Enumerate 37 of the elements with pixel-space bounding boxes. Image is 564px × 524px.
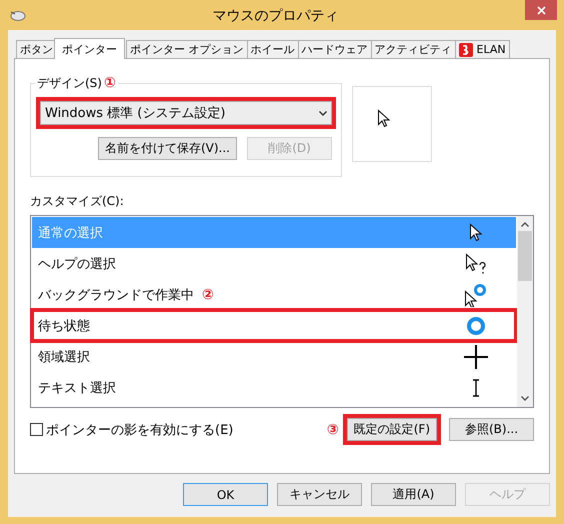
tab[interactable]: ELAN xyxy=(454,40,510,58)
text-beam-icon xyxy=(471,378,481,396)
customize-label: カスタマイズ(C): xyxy=(30,193,125,210)
dialog-button[interactable]: 適用(A) xyxy=(371,483,456,506)
scheme-button[interactable]: 名前を付けて保存(V)... xyxy=(98,137,237,160)
cursor-list-item[interactable]: ヘルプの選択 xyxy=(32,248,516,279)
close-button[interactable] xyxy=(525,0,557,20)
close-icon xyxy=(536,6,546,14)
step-marker: ③ xyxy=(326,422,339,438)
cursor-list-item[interactable]: 待ち状態 xyxy=(32,310,516,341)
working-cursor-icon xyxy=(464,282,488,306)
step-marker: ② xyxy=(202,286,214,302)
crosshair-icon xyxy=(464,344,488,368)
checkbox[interactable] xyxy=(30,423,43,436)
tab[interactable]: ポインター xyxy=(54,38,125,59)
busy-ring-icon xyxy=(466,316,486,336)
cursor-list-item[interactable]: 領域選択 xyxy=(32,341,516,372)
scroll-thumb[interactable] xyxy=(518,231,532,281)
tab[interactable]: ボタン xyxy=(16,40,57,58)
cursor-list-item[interactable]: テキスト選択 xyxy=(32,372,516,403)
dropdown-caret-icon xyxy=(319,110,327,116)
window-title: マウスのプロパティ xyxy=(212,7,340,25)
tab[interactable]: ポインター オプション xyxy=(126,40,248,58)
step-marker: ① xyxy=(104,75,116,91)
shadow-checkbox[interactable]: ポインターの影を有効にする(E) xyxy=(30,420,327,438)
browse-button[interactable]: 参照(B)... xyxy=(449,418,534,441)
design-label: デザイン(S) xyxy=(37,75,102,92)
cursor-list-item[interactable]: バックグラウンドで作業中 ② xyxy=(32,279,516,310)
mouse-icon xyxy=(10,9,26,21)
arrow-cursor-icon xyxy=(377,109,391,129)
scrollbar[interactable] xyxy=(517,216,533,407)
dialog-button[interactable]: キャンセル xyxy=(277,483,362,506)
arrow-cursor-icon xyxy=(469,222,483,242)
scroll-up-icon[interactable] xyxy=(521,222,529,227)
dialog-button[interactable]: OK xyxy=(183,483,268,506)
help-cursor-icon xyxy=(465,252,487,274)
scroll-down-icon[interactable] xyxy=(521,396,529,401)
